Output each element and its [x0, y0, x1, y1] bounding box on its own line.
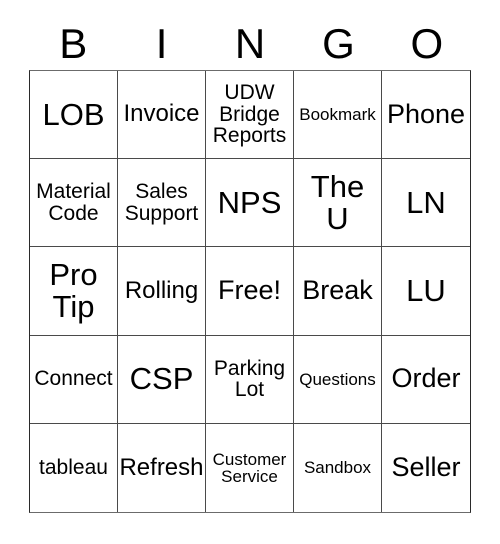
- bingo-cell-label: Rolling: [124, 276, 199, 304]
- bingo-cell[interactable]: LU: [382, 247, 470, 336]
- bingo-cell[interactable]: Refresh: [118, 423, 206, 512]
- bingo-cell-label: Refresh: [119, 453, 204, 481]
- bingo-cell-free-space[interactable]: Free!: [206, 247, 294, 336]
- bingo-header-letter-g: G: [322, 20, 355, 67]
- bingo-cell[interactable]: Connect: [30, 335, 118, 424]
- bingo-cell[interactable]: Questions: [294, 335, 382, 424]
- bingo-cell-label: Material Code: [36, 180, 111, 225]
- bingo-cell-label: Order: [391, 363, 461, 394]
- bingo-cell[interactable]: LOB: [30, 71, 118, 160]
- bingo-cell-label: Connect: [34, 367, 113, 391]
- bingo-cell[interactable]: Bookmark: [294, 71, 382, 160]
- bingo-cell-label: Bookmark: [299, 104, 376, 124]
- bingo-cell-label: LOB: [42, 96, 105, 132]
- bingo-header-letter-i: I: [155, 20, 168, 67]
- bingo-cell[interactable]: UDW Bridge Reports: [206, 71, 294, 160]
- bingo-cell-label: Break: [302, 275, 373, 306]
- bingo-card: B I N G O LOB Invoice UDW Bridge Reports…: [0, 0, 500, 544]
- bingo-cell-label: The U: [310, 169, 365, 236]
- bingo-cell-label: Sales Support: [124, 180, 199, 225]
- bingo-cell-label: tableau: [39, 456, 108, 480]
- bingo-cell-label: UDW Bridge Reports: [212, 81, 287, 148]
- bingo-cell[interactable]: Parking Lot: [206, 335, 294, 424]
- bingo-header-letter-b: B: [59, 20, 88, 67]
- bingo-header-letter-o: O: [410, 20, 444, 67]
- bingo-cell-label: CSP: [129, 361, 194, 397]
- bingo-cell[interactable]: LN: [382, 159, 470, 248]
- bingo-cell-label: Free!: [217, 275, 282, 306]
- bingo-cell[interactable]: Phone: [382, 71, 470, 160]
- bingo-cell[interactable]: NPS: [206, 159, 294, 248]
- bingo-cell[interactable]: CSP: [118, 335, 206, 424]
- bingo-cell[interactable]: Sandbox: [294, 423, 382, 512]
- bingo-cell[interactable]: Invoice: [118, 71, 206, 160]
- bingo-cell-label: Pro Tip: [49, 257, 98, 324]
- bingo-cell[interactable]: Seller: [382, 423, 470, 512]
- bingo-cell-label: LN: [406, 184, 446, 220]
- bingo-cell-label: Sandbox: [303, 458, 372, 478]
- bingo-cell-label: Customer Service: [212, 449, 287, 486]
- bingo-cell-label: NPS: [217, 184, 282, 220]
- bingo-cell[interactable]: Order: [382, 335, 470, 424]
- bingo-cell[interactable]: Material Code: [30, 159, 118, 248]
- bingo-cell[interactable]: Break: [294, 247, 382, 336]
- bingo-cell-label: Invoice: [123, 100, 200, 128]
- bingo-cell[interactable]: Sales Support: [118, 159, 206, 248]
- bingo-cell[interactable]: tableau: [30, 423, 118, 512]
- bingo-cell-label: Seller: [391, 452, 461, 483]
- bingo-cell[interactable]: Rolling: [118, 247, 206, 336]
- bingo-cell-label: Questions: [299, 369, 376, 389]
- bingo-grid: LOB Invoice UDW Bridge Reports Bookmark …: [29, 70, 471, 513]
- bingo-cell-label: Parking Lot: [213, 356, 286, 402]
- bingo-cell[interactable]: The U: [294, 159, 382, 248]
- bingo-header-row: B I N G O: [29, 18, 471, 70]
- bingo-cell[interactable]: Pro Tip: [30, 247, 118, 336]
- bingo-header-letter-n: N: [234, 20, 266, 67]
- bingo-cell[interactable]: Customer Service: [206, 423, 294, 512]
- bingo-cell-label: Phone: [386, 98, 466, 129]
- bingo-cell-label: LU: [406, 273, 446, 309]
